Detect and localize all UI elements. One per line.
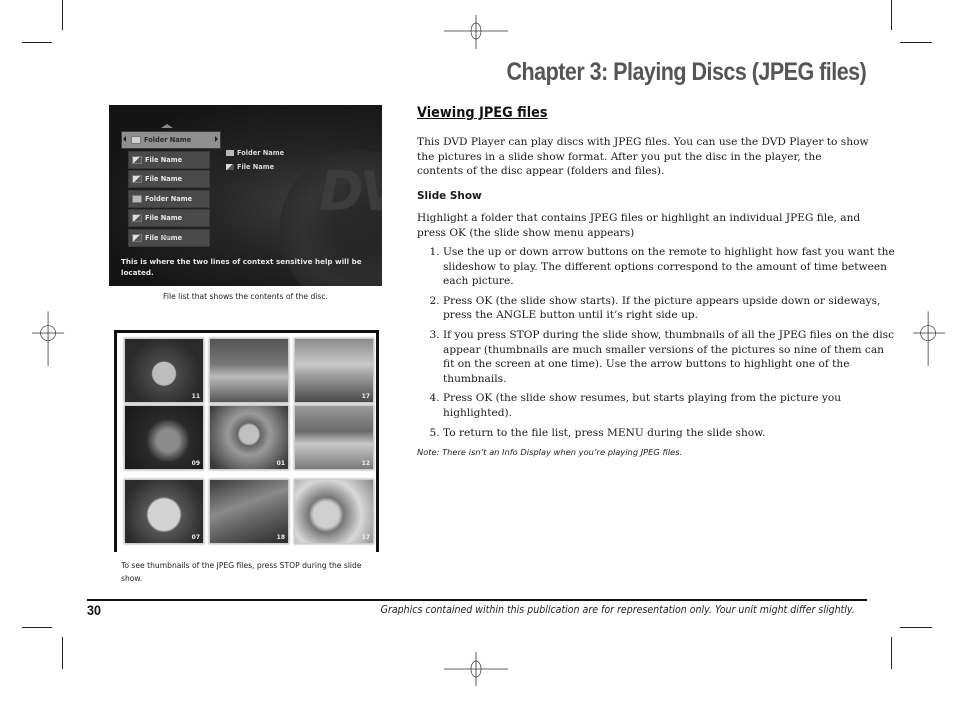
file-list-item[interactable]: File Name (128, 150, 210, 169)
file-list-item[interactable]: File Name (128, 170, 210, 189)
jpeg-file-icon (132, 233, 142, 242)
thumbnail-number: 17 (361, 393, 370, 400)
figure-caption: File list that shows the contents of the… (163, 292, 328, 301)
slide-show-paragraph: Highlight a folder that contains JPEG fi… (417, 212, 861, 239)
thumbnail-image[interactable]: 17 (294, 479, 374, 544)
preview-item: File Name (226, 160, 284, 174)
folder-icon (131, 136, 141, 144)
registration-mark-icon (444, 652, 508, 686)
thumbnail-image[interactable] (209, 338, 289, 403)
thumbnail-image[interactable]: 17 (294, 338, 374, 403)
thumbnail-number: 18 (276, 534, 285, 541)
right-arrow-icon (215, 136, 218, 142)
step-item: Press OK (the slide show starts). If the… (443, 294, 895, 323)
registration-mark-icon (32, 311, 65, 366)
file-list-item[interactable]: Folder Name (128, 189, 210, 208)
folder-icon (132, 194, 142, 203)
thumbnail-screenshot: 11 17 09 01 12 07 18 17 (114, 330, 379, 552)
file-list-item-label: Folder Name (144, 136, 192, 144)
crop-mark (891, 637, 892, 669)
step-item: Use the up or down arrow buttons on the … (443, 245, 895, 289)
file-list-item-label: File Name (145, 175, 183, 184)
file-list-item-selected[interactable]: Folder Name (121, 131, 221, 149)
thumbnail-number: 09 (191, 460, 200, 467)
file-list-item-label: File Name (145, 214, 183, 223)
footer-disclaimer: Graphics contained within this publicati… (380, 604, 855, 616)
scroll-up-arrow-icon (161, 124, 173, 128)
file-list-screenshot: DV Folder Name File Name File Name Folde… (109, 105, 382, 286)
preview-item-label: Folder Name (237, 149, 285, 157)
preview-item-label: File Name (237, 163, 275, 171)
thumbnail-number: 17 (361, 534, 370, 541)
thumbnail-number: 11 (191, 393, 200, 400)
file-list-item-label: File Name (145, 155, 183, 164)
crop-mark (22, 627, 52, 628)
step-item: Press OK (the slide show resumes, but st… (443, 391, 895, 420)
figure-caption: To see thumbnails of the JPEG files, pre… (121, 561, 362, 583)
thumbnail-number: 01 (276, 460, 285, 467)
crop-mark (891, 0, 892, 30)
thumbnail-image[interactable]: 18 (209, 479, 289, 544)
folder-icon (226, 150, 234, 156)
thumbnail-number: 07 (191, 534, 200, 541)
thumbnail-image[interactable]: 09 (124, 405, 204, 470)
thumbnail-image[interactable]: 07 (124, 479, 204, 544)
registration-mark-icon (913, 311, 946, 366)
chapter-title: Chapter 3: Playing Discs (JPEG files) (506, 58, 866, 86)
file-list-item[interactable]: File Name (128, 209, 210, 228)
jpeg-file-icon (132, 214, 142, 223)
preview-item: Folder Name (226, 146, 284, 160)
step-item: To return to the file list, press MENU d… (443, 426, 895, 441)
crop-mark (62, 637, 63, 669)
crop-mark (62, 0, 63, 30)
file-list-item-label: Folder Name (145, 194, 193, 203)
jpeg-file-icon (132, 175, 142, 184)
thumbnail-number: 12 (361, 460, 370, 467)
intro-paragraph: This DVD Player can play discs with JPEG… (417, 136, 869, 178)
steps-list: Use the up or down arrow buttons on the … (417, 245, 895, 445)
jpeg-file-icon (132, 155, 142, 164)
context-help-text: This is where the two lines of context s… (121, 257, 362, 277)
thumbnail-image[interactable]: 11 (124, 338, 204, 403)
thumbnail-image[interactable]: 01 (209, 405, 289, 470)
section-title: Viewing JPEG files (417, 105, 548, 121)
page-number: 30 (87, 602, 102, 618)
registration-mark-icon (444, 15, 508, 49)
footer-divider (87, 599, 867, 601)
crop-mark (900, 42, 932, 43)
dvd-logo-watermark: DV (319, 160, 382, 223)
file-list: Folder Name File Name File Name Folder N… (121, 131, 221, 249)
scroll-down-arrow-icon (161, 236, 173, 240)
crop-mark (900, 627, 932, 628)
crop-mark (22, 42, 52, 43)
left-arrow-icon (123, 136, 126, 142)
folder-preview: Folder Name File Name (226, 146, 284, 174)
step-item: If you press STOP during the slide show,… (443, 328, 895, 386)
jpeg-file-icon (226, 164, 234, 170)
subheading: Slide Show (417, 189, 482, 202)
note-text: Note: There isn’t an Info Display when y… (417, 447, 683, 457)
thumbnail-image[interactable]: 12 (294, 405, 374, 470)
